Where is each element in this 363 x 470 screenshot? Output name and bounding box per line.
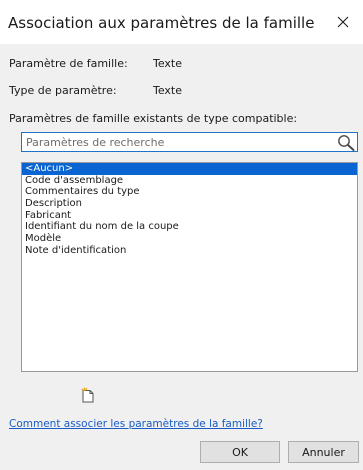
list-item[interactable]: Note d'identification xyxy=(22,245,357,257)
list-item[interactable]: Commentaires du type xyxy=(22,186,357,198)
title-bar: Association aux paramètres de la famille xyxy=(0,0,363,44)
family-param-value: Texte xyxy=(153,57,183,70)
existing-params-label: Paramètres de famille existants de type … xyxy=(9,112,298,125)
family-parameter-dialog: Association aux paramètres de la famille… xyxy=(0,0,363,470)
close-button[interactable] xyxy=(323,0,363,44)
list-item[interactable]: Code d'assemblage xyxy=(22,175,357,187)
ok-button[interactable]: OK xyxy=(200,441,280,463)
dialog-title: Association aux paramètres de la famille xyxy=(8,14,315,32)
param-type-value: Texte xyxy=(153,84,183,97)
search-box xyxy=(21,132,358,152)
close-icon xyxy=(337,16,349,28)
new-parameter-icon[interactable] xyxy=(80,387,96,403)
list-item[interactable]: Description xyxy=(22,198,357,210)
cancel-button[interactable]: Annuler xyxy=(288,441,359,463)
param-type-label: Type de paramètre: xyxy=(9,84,117,97)
list-item[interactable]: Identifiant du nom de la coupe xyxy=(22,221,357,233)
parameter-listbox[interactable]: <Aucun> Code d'assemblage Commentaires du … xyxy=(21,162,358,372)
family-param-label: Paramètre de famille: xyxy=(9,57,128,70)
help-link[interactable]: Comment associer les paramètres de la fa… xyxy=(9,418,263,430)
list-item[interactable]: Fabricant xyxy=(22,210,357,222)
search-icon[interactable] xyxy=(337,134,355,151)
list-item[interactable]: Modèle xyxy=(22,233,357,245)
search-input[interactable] xyxy=(24,134,324,150)
list-item[interactable]: <Aucun> xyxy=(22,163,357,175)
